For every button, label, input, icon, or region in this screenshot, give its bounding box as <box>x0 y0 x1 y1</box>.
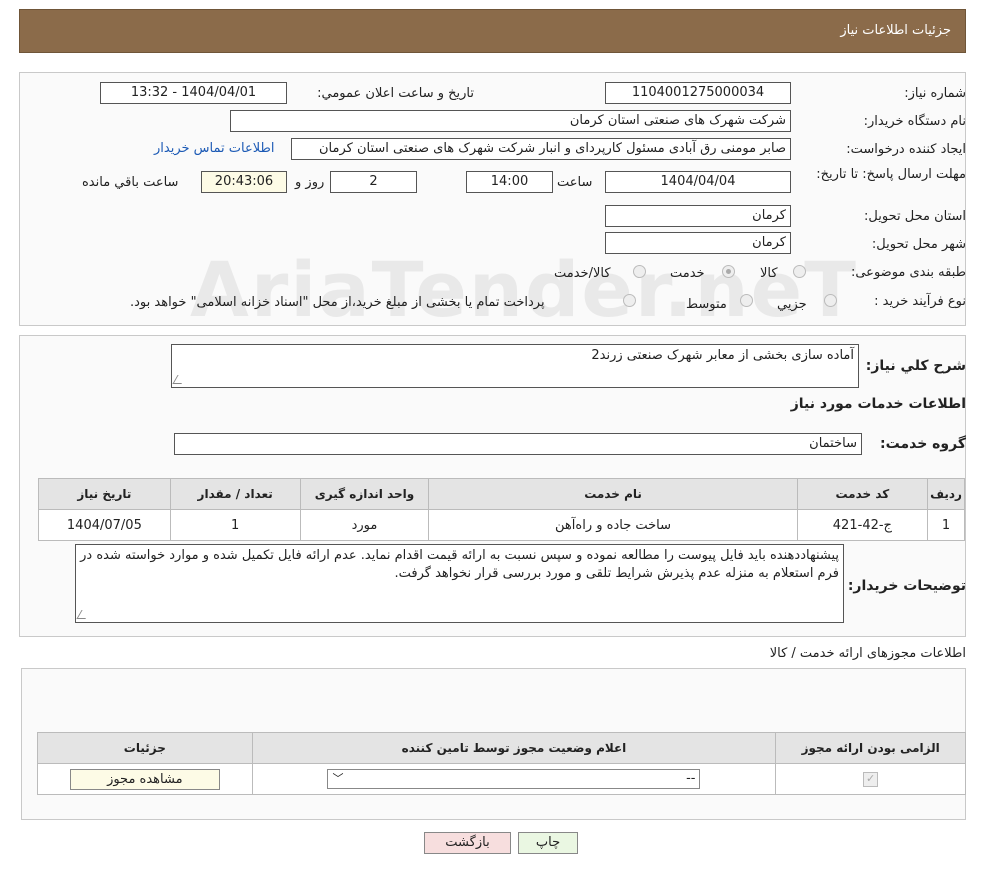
col-unit: واحد اندازه گيری <box>299 478 430 510</box>
permits-table-header: الزامی بودن ارائه مجوز اعلام وضعيت مجوز … <box>37 732 966 764</box>
purchase-minor-label: جزيي <box>777 297 807 312</box>
col-quantity: تعداد / مقدار <box>169 478 301 510</box>
permits-title: اطلاعات مجوزهای ارائه خدمت / کالا <box>769 646 966 661</box>
category-radio-goods[interactable] <box>793 265 806 278</box>
delivery-province-field: کرمان <box>605 205 791 227</box>
creator-field: صابر مومنی رق آبادی مسئول کارپردای و انب… <box>291 138 791 160</box>
delivery-province-label: استان محل تحويل: <box>864 209 966 224</box>
general-desc-label: شرح کلي نياز: <box>865 358 966 374</box>
deadline-label: مهلت ارسال پاسخ: تا تاریخ: <box>816 167 966 182</box>
page-title: جزئیات اطلاعات نیاز <box>840 23 951 38</box>
category-goods-service-label: کالا/خدمت <box>554 266 611 281</box>
need-number-field: 1104001275000034 <box>605 82 791 104</box>
col-need-date: تاريخ نياز <box>38 478 171 510</box>
purchase-medium-label: متوسط <box>686 297 727 312</box>
buyer-notes-label: توضيحات خريدار: <box>847 578 966 594</box>
announce-datetime-field: 1404/04/01 - 13:32 <box>100 82 287 104</box>
treasury-checkbox[interactable] <box>623 294 636 307</box>
permits-table: الزامی بودن ارائه مجوز اعلام وضعيت مجوز … <box>37 732 966 795</box>
permit-status-select[interactable]: -- ﹀ <box>327 769 701 789</box>
need-number-label: شماره نیاز: <box>904 86 966 101</box>
days-label: روز و <box>295 175 325 190</box>
delivery-city-field: کرمان <box>605 232 791 254</box>
services-table-header: رديف کد خدمت نام خدمت واحد اندازه گيری ت… <box>38 478 965 510</box>
resize-grip-icon[interactable] <box>172 375 187 384</box>
remaining-label: ساعت باقي مانده <box>82 175 179 190</box>
col-permit-status: اعلام وضعيت مجوز توسط تامين کننده <box>251 732 777 764</box>
cell-quantity: 1 <box>169 509 301 541</box>
view-permit-button[interactable]: مشاهده مجوز <box>69 768 220 790</box>
cell-row-number: 1 <box>927 509 965 541</box>
category-label: طبقه بندی موضوعی: <box>850 265 966 280</box>
col-service-name: نام خدمت <box>428 478 798 510</box>
purchase-type-label: نوع فرآيند خريد : <box>874 294 966 309</box>
days-field: 2 <box>330 171 417 193</box>
resize-grip-icon[interactable] <box>76 610 91 619</box>
service-group-field: ساختمان <box>174 433 862 455</box>
buyer-contact-link[interactable]: اطلاعات تماس خريدار <box>154 141 274 156</box>
cell-need-date: 1404/07/05 <box>38 509 171 541</box>
services-table: رديف کد خدمت نام خدمت واحد اندازه گيری ت… <box>38 478 965 541</box>
col-permit-details: جزئيات <box>37 732 253 764</box>
buyer-org-field: شرکت شهرک های صنعتی استان کرمان <box>230 110 791 132</box>
service-group-label: گروه خدمت: <box>880 436 966 452</box>
buyer-org-label: نام دستگاه خريدار: <box>863 114 966 129</box>
announce-datetime-label: تاریخ و ساعت اعلان عمومي: <box>317 86 474 101</box>
treasury-note: پرداخت تمام يا بخشی از مبلغ خريد،از محل … <box>130 295 545 310</box>
purchase-radio-minor[interactable] <box>824 294 837 307</box>
cell-service-code: ج-42-421 <box>796 509 929 541</box>
chevron-down-icon: ﹀ <box>332 772 344 785</box>
table-row: 1 ج-42-421 ساخت جاده و راه‌آهن مورد 1 14… <box>38 509 965 541</box>
permit-status-value: -- <box>686 771 696 786</box>
deadline-date-field: 1404/04/04 <box>605 171 791 193</box>
table-row: ✓ -- ﹀ مشاهده مجوز <box>37 763 966 795</box>
general-desc-textarea[interactable]: آماده سازی بخشی از معابر شهرک صنعتی زرند… <box>171 344 859 388</box>
services-info-title: اطلاعات خدمات مورد نياز <box>790 396 966 412</box>
cell-permit-details: مشاهده مجوز <box>37 763 253 795</box>
deadline-time-label: ساعت <box>557 175 593 190</box>
category-service-label: خدمت <box>670 266 705 281</box>
col-permit-required: الزامی بودن ارائه مجوز <box>775 732 966 764</box>
page-header: جزئیات اطلاعات نیاز <box>19 9 966 53</box>
cell-unit: مورد <box>299 509 430 541</box>
category-radio-goods-service[interactable] <box>633 265 646 278</box>
general-desc-text: آماده سازی بخشی از معابر شهرک صنعتی زرند… <box>591 348 854 363</box>
required-checkbox[interactable]: ✓ <box>863 772 879 787</box>
cell-permit-status: -- ﹀ <box>251 763 777 795</box>
category-goods-label: کالا <box>760 266 778 281</box>
deadline-time-field: 14:00 <box>466 171 553 193</box>
cell-permit-required: ✓ <box>775 763 966 795</box>
col-row-number: رديف <box>927 478 965 510</box>
print-button[interactable]: چاپ <box>518 832 578 854</box>
col-service-code: کد خدمت <box>796 478 929 510</box>
buyer-notes-textarea[interactable]: پیشنهاددهنده باید فایل پیوست را مطالعه ن… <box>75 544 844 623</box>
buyer-notes-text: پیشنهاددهنده باید فایل پیوست را مطالعه ن… <box>80 548 839 581</box>
category-radio-service[interactable] <box>722 265 735 278</box>
purchase-radio-medium[interactable] <box>740 294 753 307</box>
delivery-city-label: شهر محل تحويل: <box>871 237 966 252</box>
back-button[interactable]: بازگشت <box>424 832 511 854</box>
creator-label: ايجاد كننده درخواست: <box>846 142 966 157</box>
remaining-time-field: 20:43:06 <box>201 171 287 193</box>
cell-service-name: ساخت جاده و راه‌آهن <box>428 509 798 541</box>
